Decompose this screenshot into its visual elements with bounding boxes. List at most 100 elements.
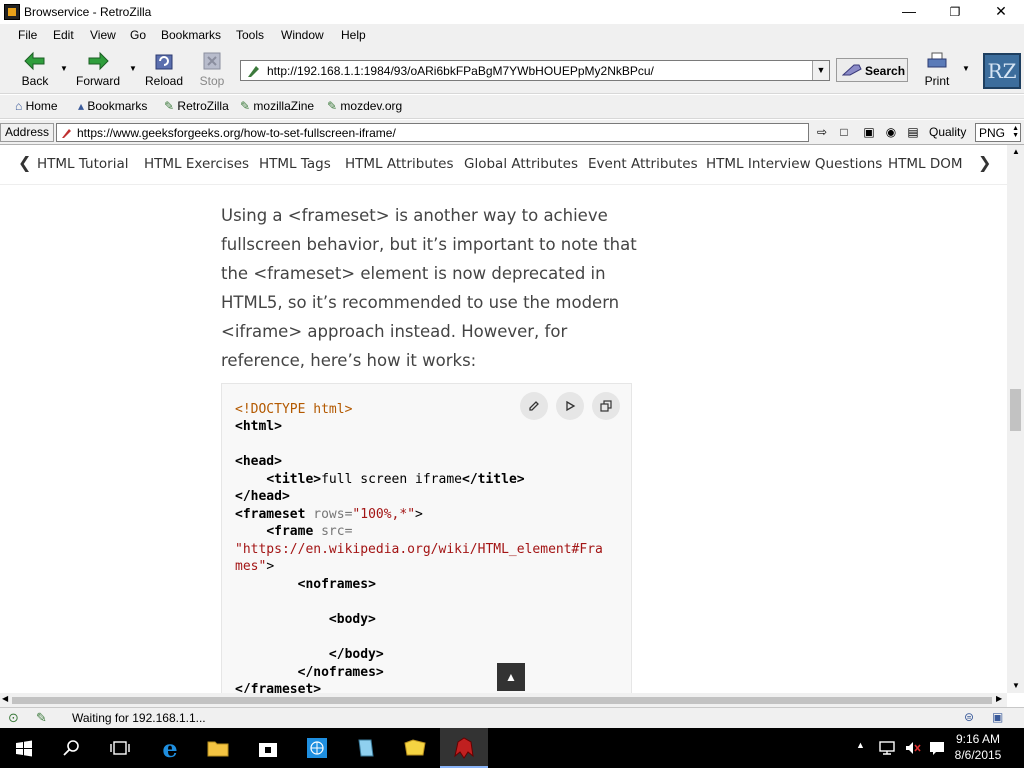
- print-label: Print: [924, 74, 950, 88]
- forward-dropdown-icon[interactable]: ▼: [129, 64, 137, 73]
- topnav-item[interactable]: Event Attributes: [588, 156, 698, 172]
- retrozilla-taskbar-button[interactable]: [440, 728, 488, 768]
- copy-code-button[interactable]: [592, 392, 620, 420]
- notepad-icon[interactable]: [352, 734, 380, 762]
- horizontal-scroll-thumb[interactable]: [12, 697, 992, 704]
- find-icon[interactable]: ◉: [884, 125, 898, 139]
- address-input[interactable]: https://www.geeksforgeeks.org/how-to-set…: [56, 123, 809, 142]
- vertical-scroll-thumb[interactable]: [1010, 389, 1021, 431]
- copy-icon: [600, 400, 612, 412]
- menu-go[interactable]: Go: [130, 28, 146, 42]
- chevron-up-icon[interactable]: ▲: [856, 740, 865, 750]
- retrozilla-logo: RZ: [983, 53, 1021, 89]
- scroll-left-icon[interactable]: ◀: [2, 694, 8, 703]
- vertical-scrollbar[interactable]: ▲ ▼: [1007, 145, 1024, 693]
- internet-explorer-icon[interactable]: e: [156, 734, 184, 762]
- menu-window[interactable]: Window: [281, 28, 324, 42]
- speaker-muted-icon[interactable]: [904, 739, 922, 757]
- url-dropdown-icon[interactable]: ▼: [812, 61, 829, 80]
- bookmark-mozdev[interactable]: ✎ mozdev.org: [327, 99, 402, 113]
- close-icon: ✕: [995, 3, 1007, 19]
- menu-view[interactable]: View: [90, 28, 116, 42]
- file-explorer-icon[interactable]: [204, 734, 232, 762]
- play-icon: [566, 400, 576, 412]
- topnav-item[interactable]: HTML Interview Questions: [706, 156, 882, 172]
- topnav-item[interactable]: HTML Exercises: [144, 156, 249, 172]
- back-arrow-icon: [24, 51, 45, 71]
- article-line: HTML5, so it’s recommended to use the mo…: [221, 293, 620, 312]
- bookmark-retrozilla[interactable]: ✎ RetroZilla: [164, 99, 229, 113]
- code-line: </frameset>: [235, 682, 322, 693]
- bookmark-page-icon: ✎: [327, 99, 338, 113]
- bookmark-page-icon[interactable]: □: [837, 125, 851, 139]
- back-button[interactable]: Back: [8, 50, 62, 92]
- notifications-icon[interactable]: [928, 739, 946, 757]
- back-dropdown-icon[interactable]: ▼: [60, 64, 68, 73]
- scroll-down-icon[interactable]: ▼: [1012, 681, 1020, 690]
- pencil-icon: [529, 401, 539, 411]
- maximize-button[interactable]: ❐: [932, 0, 978, 24]
- menu-edit[interactable]: Edit: [53, 28, 74, 42]
- menu-file[interactable]: File: [18, 28, 37, 42]
- store-icon[interactable]: [254, 734, 282, 762]
- forward-arrow-icon: [88, 51, 109, 71]
- stop-button[interactable]: Stop: [185, 50, 239, 92]
- scroll-to-top-button[interactable]: ▲: [497, 663, 525, 691]
- print-dropdown-icon[interactable]: ▼: [962, 64, 970, 73]
- reload-icon: [155, 54, 173, 70]
- spinner-icon[interactable]: ▲ ▼: [1012, 125, 1019, 139]
- topnav-item[interactable]: HTML Tags: [259, 156, 331, 172]
- article-text: Using a <frameset> is another way to ach…: [221, 201, 641, 375]
- clipboard-icon[interactable]: ▤: [906, 125, 920, 139]
- system-clock[interactable]: 9:16 AM 8/6/2015: [948, 731, 1008, 763]
- topnav-item[interactable]: HTML Attributes: [345, 156, 454, 172]
- bookmark-mozillazine[interactable]: ✎ mozillaZine: [240, 99, 314, 113]
- lock-icon: ▣: [992, 710, 1004, 724]
- network-icon[interactable]: [878, 739, 896, 757]
- search-button[interactable]: Search: [836, 58, 908, 82]
- clock-time: 9:16 AM: [955, 732, 1001, 746]
- search-icon: [842, 64, 862, 76]
- forward-label: Forward: [75, 74, 120, 88]
- edit-code-button[interactable]: [520, 392, 548, 420]
- title-bar: Browservice - RetroZilla — ❐ ✕: [0, 0, 1024, 24]
- page-icon: [62, 129, 71, 138]
- home-bookmark[interactable]: ⌂ Home: [15, 99, 58, 113]
- bookmark-mozdev-label: mozdev.org: [340, 99, 403, 113]
- bookmarks-menu-button[interactable]: ▴ Bookmarks: [78, 99, 147, 113]
- menu-bookmarks[interactable]: Bookmarks: [161, 28, 221, 42]
- bookmarks-label: Bookmarks: [87, 99, 148, 113]
- print-button[interactable]: Print: [910, 50, 964, 92]
- article-line: <iframe> approach instead. However, for: [221, 322, 568, 341]
- status-text: Waiting for 192.168.1.1...: [72, 711, 206, 725]
- arrow-up-icon: ▲: [505, 670, 517, 684]
- close-button[interactable]: ✕: [978, 0, 1024, 24]
- scroll-right-icon[interactable]: ▶: [996, 694, 1002, 703]
- folder-icon[interactable]: [401, 734, 429, 762]
- address-text: https://www.geeksforgeeks.org/how-to-set…: [77, 126, 396, 140]
- topnav-item[interactable]: Global Attributes: [464, 156, 578, 172]
- chevron-left-icon[interactable]: ❮: [18, 153, 31, 172]
- horizontal-scrollbar[interactable]: ◀ ▶: [0, 693, 1007, 707]
- topnav-item[interactable]: HTML Tutorial: [37, 156, 129, 172]
- menu-tools[interactable]: Tools: [236, 28, 264, 42]
- topnav-item[interactable]: HTML DOM: [888, 156, 963, 172]
- chevron-right-icon[interactable]: ❯: [978, 153, 991, 172]
- minimize-button[interactable]: —: [886, 0, 932, 24]
- reload-label: Reload: [144, 74, 184, 88]
- printer-icon: [927, 52, 947, 68]
- view-source-icon[interactable]: ▣: [862, 125, 876, 139]
- quality-select[interactable]: PNG ▲ ▼: [975, 123, 1021, 142]
- home-label: Home: [25, 99, 58, 113]
- menu-help[interactable]: Help: [341, 28, 366, 42]
- scroll-up-icon[interactable]: ▲: [1012, 147, 1020, 156]
- search-icon[interactable]: [58, 734, 86, 762]
- windows-start-icon[interactable]: [10, 734, 38, 762]
- task-view-icon[interactable]: [106, 734, 134, 762]
- go-arrow-icon[interactable]: ⇨: [815, 125, 829, 139]
- globe-icon[interactable]: [303, 734, 331, 762]
- url-field[interactable]: http://192.168.1.1:1984/93/oARi6bkFPaBgM…: [240, 60, 830, 81]
- run-code-button[interactable]: [556, 392, 584, 420]
- forward-button[interactable]: Forward: [71, 50, 125, 92]
- reload-button[interactable]: Reload: [137, 50, 191, 92]
